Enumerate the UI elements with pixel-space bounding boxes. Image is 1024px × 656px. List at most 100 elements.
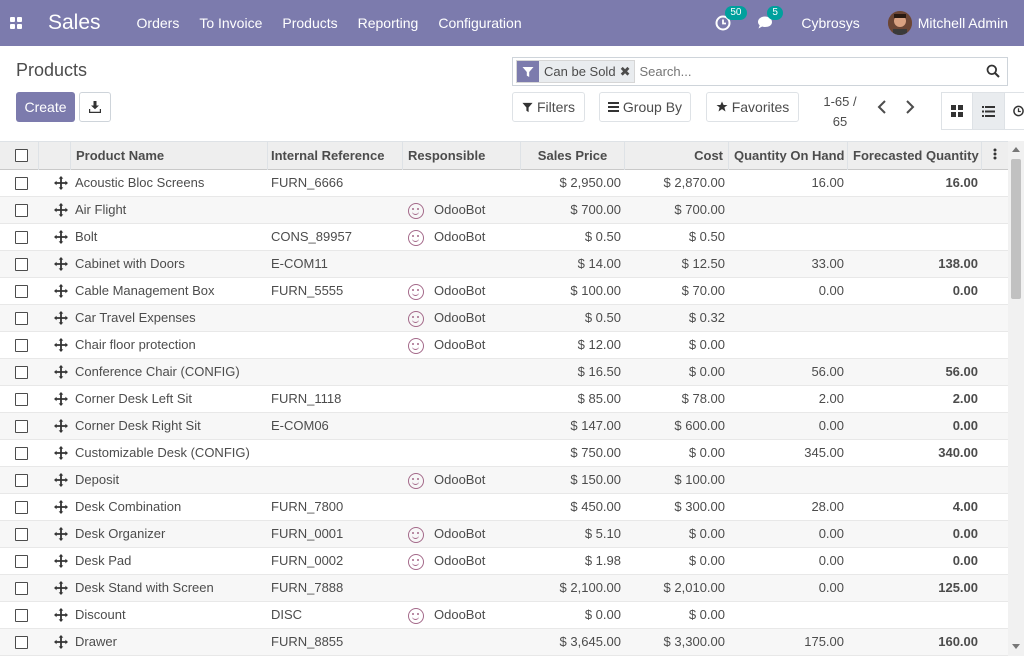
quantity-on-hand-cell <box>729 467 844 493</box>
col-internal-reference[interactable]: Internal Reference <box>266 142 403 170</box>
activity-view-button[interactable] <box>1004 92 1024 130</box>
search-input[interactable] <box>639 64 980 79</box>
table-row[interactable]: Desk Organizer FURN_0001 OdooBot $ 5.10 … <box>0 521 1008 548</box>
table-row[interactable]: Acoustic Bloc Screens FURN_6666 $ 2,950.… <box>0 170 1008 197</box>
row-checkbox[interactable] <box>15 366 28 379</box>
app-title[interactable]: Sales <box>48 11 101 35</box>
table-row[interactable]: Deposit OdooBot $ 150.00 $ 100.00 <box>0 467 1008 494</box>
company-switcher[interactable]: Cybrosys <box>801 15 859 31</box>
row-checkbox[interactable] <box>15 312 28 325</box>
table-row[interactable]: Desk Pad FURN_0002 OdooBot $ 1.98 $ 0.00… <box>0 548 1008 575</box>
drag-handle-icon[interactable] <box>54 419 68 436</box>
table-row[interactable]: Discount DISC OdooBot $ 0.00 $ 0.00 <box>0 602 1008 629</box>
drag-handle-icon[interactable] <box>54 365 68 382</box>
table-row[interactable]: Desk Combination FURN_7800 $ 450.00 $ 30… <box>0 494 1008 521</box>
table-row[interactable]: Air Flight OdooBot $ 700.00 $ 700.00 <box>0 197 1008 224</box>
cost-cell: $ 0.00 <box>688 526 725 541</box>
drag-handle-icon[interactable] <box>54 338 68 355</box>
table-row[interactable]: Desk Stand with Screen FURN_7888 $ 2,100… <box>0 575 1008 602</box>
drag-handle-icon[interactable] <box>54 203 68 220</box>
kanban-view-button[interactable] <box>941 92 973 130</box>
col-sales-price[interactable]: Sales Price <box>521 142 625 170</box>
drag-handle-icon[interactable] <box>54 635 68 652</box>
drag-handle-icon[interactable] <box>54 284 68 301</box>
row-checkbox[interactable] <box>15 582 28 595</box>
pager-value[interactable]: 1-65 / 65 <box>817 92 863 132</box>
drag-handle-icon[interactable] <box>54 581 68 598</box>
drag-handle-icon[interactable] <box>54 527 68 544</box>
apps-menu-icon[interactable] <box>0 0 32 46</box>
favorites-button[interactable]: Favorites <box>706 92 799 122</box>
col-quantity-on-hand[interactable]: Quantity On Hand <box>729 142 848 170</box>
table-row[interactable]: Bolt CONS_89957 OdooBot $ 0.50 $ 0.50 <box>0 224 1008 251</box>
list-view-button[interactable] <box>972 92 1005 130</box>
row-checkbox[interactable] <box>15 501 28 514</box>
menu-configuration[interactable]: Configuration <box>438 15 521 31</box>
row-checkbox[interactable] <box>15 204 28 217</box>
search-icon[interactable] <box>986 64 1000 81</box>
drag-handle-icon[interactable] <box>54 554 68 571</box>
drag-handle-icon[interactable] <box>54 257 68 274</box>
col-forecasted-quantity[interactable]: Forecasted Quantity <box>848 142 982 170</box>
optional-columns-toggle[interactable] <box>982 142 1008 170</box>
messaging-button[interactable]: 5 <box>757 6 783 31</box>
table-row[interactable]: Cable Management Box FURN_5555 OdooBot $… <box>0 278 1008 305</box>
col-product-name[interactable]: Product Name <box>71 142 268 170</box>
select-all-checkbox[interactable] <box>15 149 28 162</box>
download-button[interactable] <box>79 92 111 122</box>
drag-handle-icon[interactable] <box>54 608 68 625</box>
col-responsible[interactable]: Responsible <box>403 142 521 170</box>
drag-handle-icon[interactable] <box>54 500 68 517</box>
user-avatar[interactable] <box>887 11 912 35</box>
table-row[interactable]: Corner Desk Left Sit FURN_1118 $ 85.00 $… <box>0 386 1008 413</box>
product-name-cell: Cable Management Box <box>75 283 215 298</box>
responsible-cell: OdooBot <box>434 553 486 568</box>
row-checkbox[interactable] <box>15 555 28 568</box>
row-checkbox[interactable] <box>15 636 28 649</box>
menu-reporting[interactable]: Reporting <box>358 15 419 31</box>
forecasted-quantity-cell: 138.00 <box>938 256 978 271</box>
quantity-on-hand-cell: 0.00 <box>818 553 844 568</box>
drag-handle-icon[interactable] <box>54 176 68 193</box>
facet-remove-icon[interactable]: ✖ <box>620 61 635 82</box>
table-row[interactable]: Customizable Desk (CONFIG) $ 750.00 $ 0.… <box>0 440 1008 467</box>
table-row[interactable]: Corner Desk Right Sit E-COM06 $ 147.00 $… <box>0 413 1008 440</box>
filters-button[interactable]: Filters <box>512 92 585 122</box>
drag-handle-icon[interactable] <box>54 311 68 328</box>
table-row[interactable]: Car Travel Expenses OdooBot $ 0.50 $ 0.3… <box>0 305 1008 332</box>
row-checkbox[interactable] <box>15 609 28 622</box>
drag-handle-icon[interactable] <box>54 392 68 409</box>
menu-orders[interactable]: Orders <box>137 15 180 31</box>
vertical-scrollbar[interactable] <box>1008 141 1024 656</box>
table-row[interactable]: Cabinet with Doors E-COM11 $ 14.00 $ 12.… <box>0 251 1008 278</box>
activity-button[interactable]: 50 <box>715 6 747 31</box>
menu-products[interactable]: Products <box>282 15 337 31</box>
row-checkbox[interactable] <box>15 393 28 406</box>
row-checkbox[interactable] <box>15 177 28 190</box>
col-cost[interactable]: Cost <box>625 142 729 170</box>
user-menu[interactable]: Mitchell Admin <box>918 15 1008 31</box>
row-checkbox[interactable] <box>15 420 28 433</box>
drag-handle-icon[interactable] <box>54 446 68 463</box>
drag-handle-icon[interactable] <box>54 230 68 247</box>
row-checkbox[interactable] <box>15 285 28 298</box>
row-checkbox[interactable] <box>15 339 28 352</box>
ellipsis-vertical-icon <box>993 148 997 160</box>
row-checkbox[interactable] <box>15 447 28 460</box>
table-row[interactable]: Chair floor protection OdooBot $ 12.00 $… <box>0 332 1008 359</box>
pager-previous-icon[interactable] <box>877 100 887 119</box>
table-row[interactable]: Drawer FURN_8855 $ 3,645.00 $ 3,300.00 1… <box>0 629 1008 656</box>
pager-next-icon[interactable] <box>905 100 915 119</box>
create-button[interactable]: Create <box>16 92 75 122</box>
table-row[interactable]: Conference Chair (CONFIG) $ 16.50 $ 0.00… <box>0 359 1008 386</box>
drag-handle-icon[interactable] <box>54 473 68 490</box>
scrollbar-thumb[interactable] <box>1011 159 1021 299</box>
sales-price-cell: $ 5.10 <box>584 526 621 541</box>
menu-to-invoice[interactable]: To Invoice <box>199 15 262 31</box>
group-by-button[interactable]: Group By <box>599 92 691 122</box>
search-bar[interactable]: Can be Sold ✖ <box>512 57 1008 86</box>
row-checkbox[interactable] <box>15 474 28 487</box>
row-checkbox[interactable] <box>15 258 28 271</box>
row-checkbox[interactable] <box>15 528 28 541</box>
row-checkbox[interactable] <box>15 231 28 244</box>
